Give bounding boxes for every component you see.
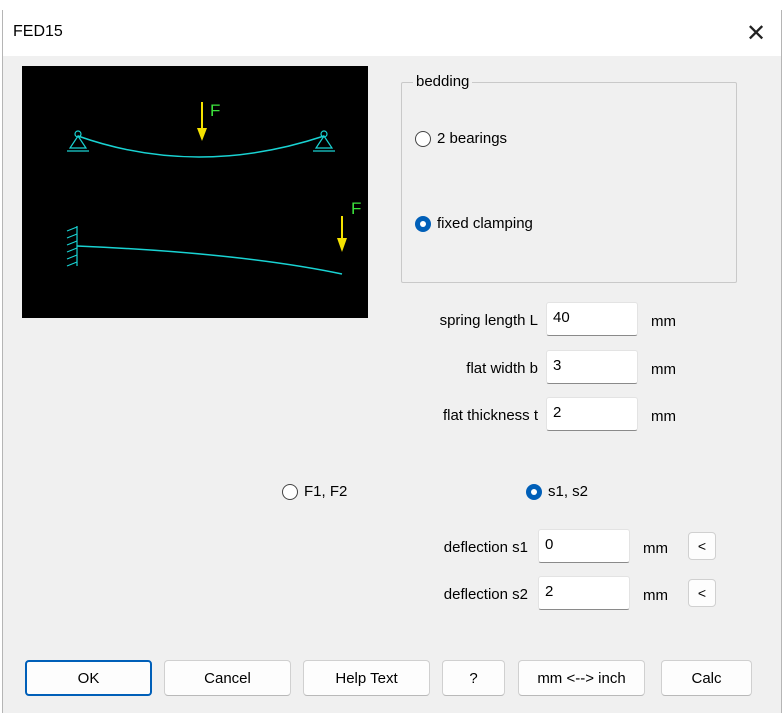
unit-toggle-button[interactable]: mm <--> inch: [518, 660, 645, 696]
bearing-left-icon: [67, 130, 89, 152]
window-title: FED15: [13, 23, 63, 40]
deflection-s1-label: deflection s1: [443, 539, 528, 556]
flat-width-input[interactable]: 3: [546, 350, 638, 384]
close-icon[interactable]: ✕: [739, 16, 773, 50]
spring-preview: F F: [22, 66, 368, 318]
flat-thickness-label: flat thickness t: [442, 407, 538, 424]
radio-s1-s2[interactable]: s1, s2: [526, 483, 588, 500]
ok-button[interactable]: OK: [25, 660, 152, 696]
deflection-s1-input[interactable]: 0: [538, 529, 630, 563]
deflection-s1-unit: mm: [643, 540, 668, 557]
flat-width-unit: mm: [651, 361, 676, 378]
radio-2-bearings-label: 2 bearings: [437, 130, 508, 147]
radio-unchecked-icon: [282, 483, 298, 500]
bedding-group: [401, 82, 737, 283]
radio-2-bearings[interactable]: 2 bearings: [415, 130, 507, 147]
spring-length-input[interactable]: 40: [546, 302, 638, 336]
deflection-s1-apply-button[interactable]: <: [688, 532, 716, 560]
radio-fixed-clamping-label: fixed clamping: [437, 215, 533, 232]
deflection-s2-unit: mm: [643, 587, 668, 604]
title-bar: FED15 ✕: [3, 10, 781, 56]
cancel-button[interactable]: Cancel: [164, 660, 291, 696]
radio-f1-f2[interactable]: F1, F2: [282, 483, 347, 500]
deflection-s2-apply-button[interactable]: <: [688, 579, 716, 607]
clamp-icon: [66, 226, 78, 267]
radio-checked-icon: [526, 483, 542, 500]
beam-clamped: [76, 245, 343, 275]
deflection-s2-input[interactable]: 2: [538, 576, 630, 610]
deflection-s2-label: deflection s2: [443, 586, 528, 603]
radio-checked-icon: [415, 215, 431, 232]
radio-fixed-clamping[interactable]: fixed clamping: [415, 215, 533, 232]
force-label-top: F: [210, 101, 220, 120]
force-label-bottom: F: [351, 199, 361, 218]
force-arrow-bottom-icon: [337, 216, 347, 252]
bearing-right-icon: [313, 130, 335, 152]
help-question-button[interactable]: ?: [442, 660, 505, 696]
force-arrow-top-icon: [197, 102, 207, 141]
fed15-dialog: FED15 ✕ F F bedding 2 bearings fixed cla…: [2, 10, 782, 713]
spring-length-unit: mm: [651, 313, 676, 330]
help-text-button[interactable]: Help Text: [303, 660, 430, 696]
flat-thickness-unit: mm: [651, 408, 676, 425]
preview-drawing: F F: [66, 101, 361, 275]
radio-s1-s2-label: s1, s2: [548, 483, 589, 500]
flat-thickness-input[interactable]: 2: [546, 397, 638, 431]
bedding-legend: bedding: [413, 73, 473, 90]
flat-width-label: flat width b: [466, 360, 538, 377]
beam-two-bearings: [77, 135, 325, 158]
spring-length-label: spring length L: [439, 312, 538, 329]
calc-button[interactable]: Calc: [661, 660, 752, 696]
radio-unchecked-icon: [415, 130, 431, 147]
radio-f1-f2-label: F1, F2: [304, 483, 348, 500]
